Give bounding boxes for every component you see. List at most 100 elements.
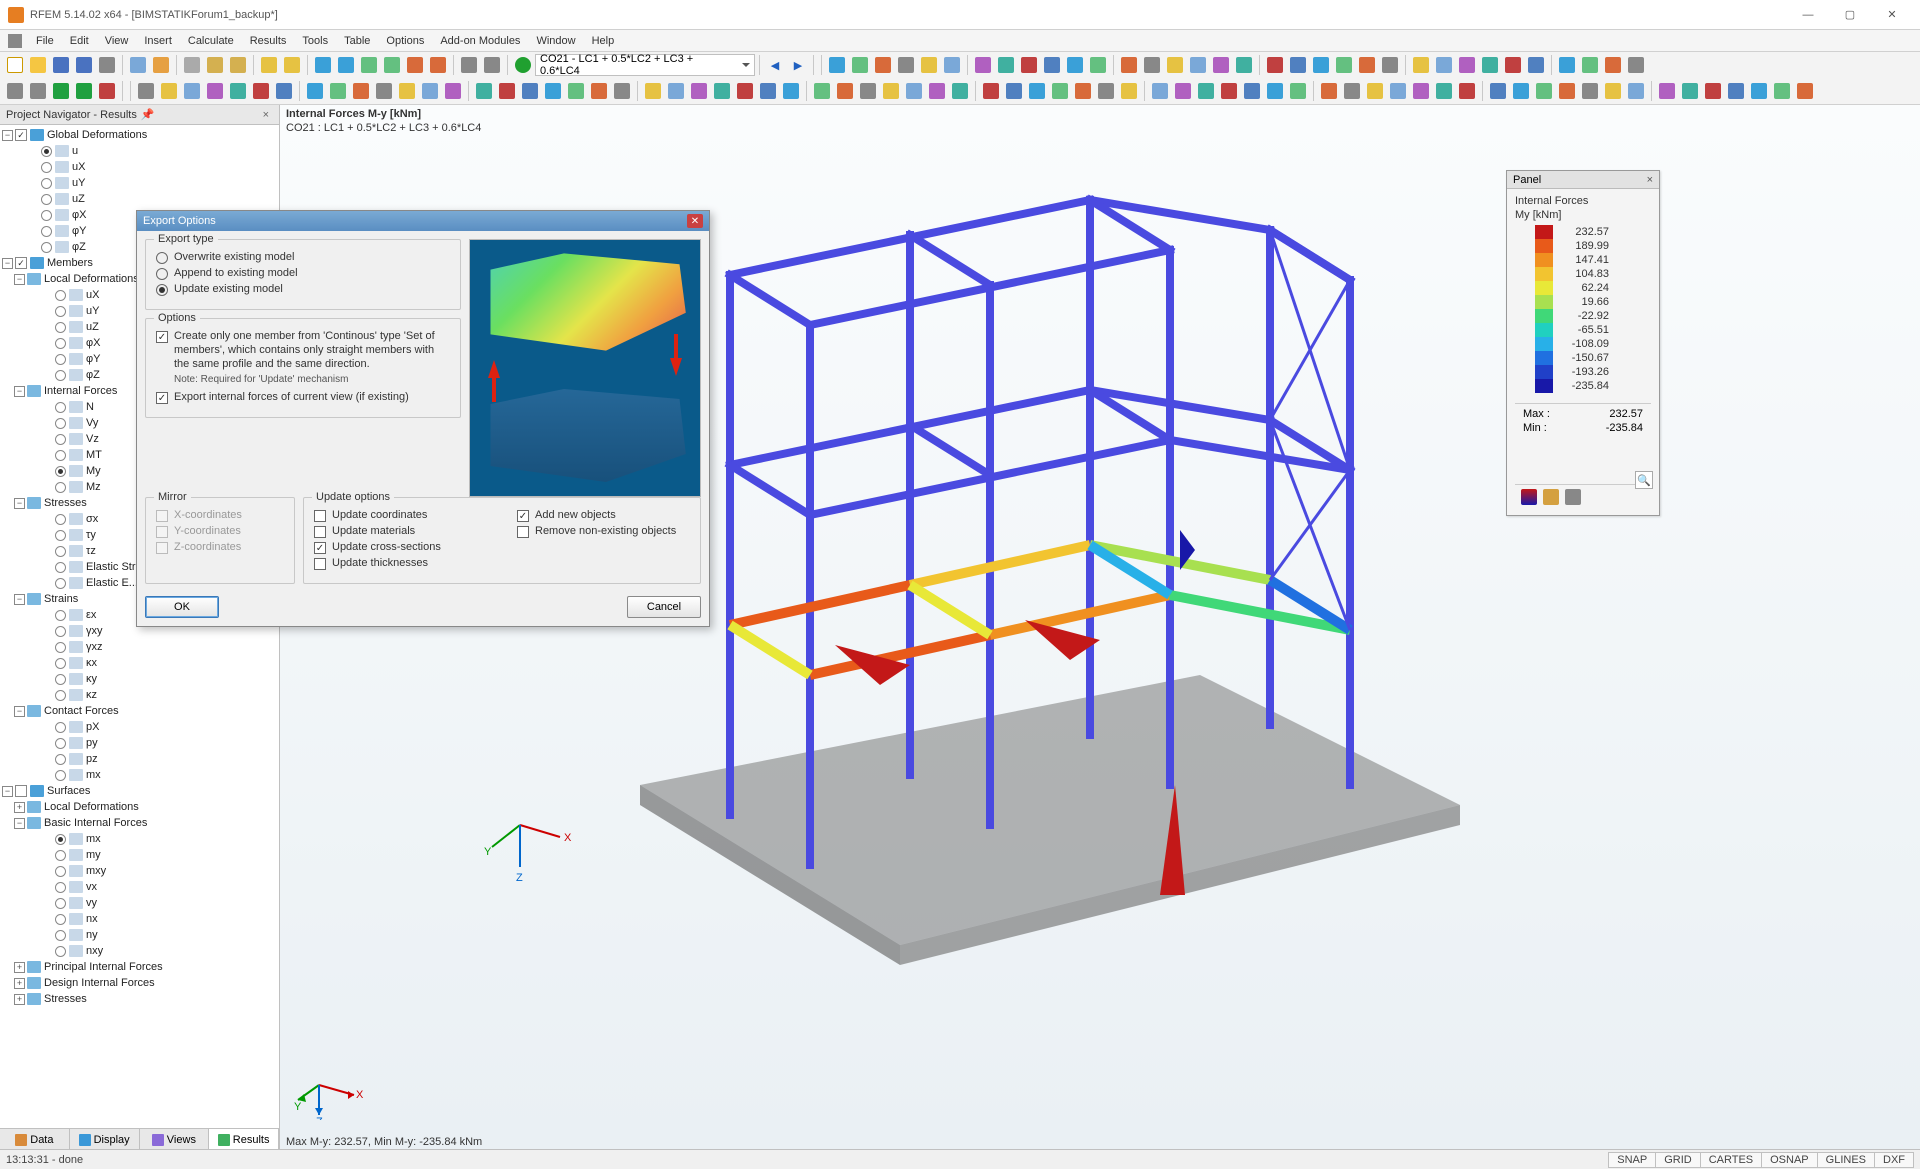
toolbar-icon[interactable] xyxy=(734,80,756,102)
navigator-close-icon[interactable]: × xyxy=(259,109,273,121)
toolbar-icon[interactable] xyxy=(1210,54,1232,76)
tb-b1[interactable] xyxy=(312,54,334,76)
toolbar-icon[interactable] xyxy=(1379,54,1401,76)
tb-c2[interactable] xyxy=(481,54,503,76)
toolbar-icon[interactable] xyxy=(1287,54,1309,76)
tb-b2[interactable] xyxy=(335,54,357,76)
tb2-e[interactable] xyxy=(96,80,118,102)
check-continous[interactable]: ✓Create only one member from 'Continous'… xyxy=(156,330,450,371)
tb2-c[interactable] xyxy=(50,80,72,102)
tree-item[interactable]: pz xyxy=(0,751,279,767)
tb-b4[interactable] xyxy=(381,54,403,76)
toolbar-icon[interactable] xyxy=(665,80,687,102)
toolbar-icon[interactable] xyxy=(1341,80,1363,102)
toolbar-icon[interactable] xyxy=(1187,54,1209,76)
tb-combo-dropdown[interactable]: CO21 - LC1 + 0.5*LC2 + LC3 + 0.6*LC4 xyxy=(535,54,755,76)
statusbar-cell[interactable]: DXF xyxy=(1874,1152,1914,1168)
menu-addon[interactable]: Add-on Modules xyxy=(432,32,528,50)
toolbar-icon[interactable] xyxy=(903,80,925,102)
toolbar-icon[interactable] xyxy=(1502,54,1524,76)
tree-item[interactable]: uX xyxy=(0,159,279,175)
toolbar-icon[interactable] xyxy=(1264,54,1286,76)
tb-c1[interactable] xyxy=(458,54,480,76)
toolbar-icon[interactable] xyxy=(811,80,833,102)
tree-item[interactable]: my xyxy=(0,847,279,863)
tree-surf-princif[interactable]: + Principal Internal Forces xyxy=(0,959,279,975)
check-update-thick[interactable]: Update thicknesses xyxy=(314,557,487,570)
tree-item[interactable]: uY xyxy=(0,175,279,191)
tb-b6[interactable] xyxy=(427,54,449,76)
toolbar-icon[interactable] xyxy=(980,80,1002,102)
toolbar-icon[interactable] xyxy=(1233,54,1255,76)
toolbar-icon[interactable] xyxy=(1433,54,1455,76)
panel-icon-3[interactable] xyxy=(1565,489,1581,505)
tree-item[interactable]: κy xyxy=(0,671,279,687)
toolbar-icon[interactable] xyxy=(373,80,395,102)
toolbar-icon[interactable] xyxy=(396,80,418,102)
panel-zoom-icon[interactable]: 🔍 xyxy=(1635,471,1653,489)
toolbar-icon[interactable] xyxy=(327,80,349,102)
tb-print[interactable] xyxy=(96,54,118,76)
toolbar-icon[interactable] xyxy=(1556,80,1578,102)
panel-icon-2[interactable] xyxy=(1543,489,1559,505)
toolbar-icon[interactable] xyxy=(1656,80,1678,102)
tb-undo[interactable] xyxy=(258,54,280,76)
toolbar-icon[interactable] xyxy=(1072,80,1094,102)
toolbar-icon[interactable] xyxy=(442,80,464,102)
toolbar-icon[interactable] xyxy=(1487,80,1509,102)
minimize-button[interactable]: — xyxy=(1788,3,1828,27)
tree-item[interactable]: κz xyxy=(0,687,279,703)
toolbar-icon[interactable] xyxy=(1149,80,1171,102)
toolbar-icon[interactable] xyxy=(1433,80,1455,102)
toolbar-icon[interactable] xyxy=(204,80,226,102)
maximize-button[interactable]: ▢ xyxy=(1830,3,1870,27)
tree-item[interactable]: vy xyxy=(0,895,279,911)
toolbar-icon[interactable] xyxy=(1556,54,1578,76)
check-export-if[interactable]: ✓Export internal forces of current view … xyxy=(156,391,450,404)
panel-colorscale-icon[interactable] xyxy=(1521,489,1537,505)
nav-tab-data[interactable]: Data xyxy=(0,1129,70,1150)
tb-cut[interactable] xyxy=(181,54,203,76)
statusbar-cell[interactable]: GRID xyxy=(1655,1152,1701,1168)
toolbar-icon[interactable] xyxy=(1579,80,1601,102)
toolbar-icon[interactable] xyxy=(1003,80,1025,102)
toolbar-icon[interactable] xyxy=(227,80,249,102)
tb-a2[interactable] xyxy=(150,54,172,76)
toolbar-icon[interactable] xyxy=(872,54,894,76)
toolbar-icon[interactable] xyxy=(1318,80,1340,102)
tree-item[interactable]: ny xyxy=(0,927,279,943)
nav-tab-display[interactable]: Display xyxy=(70,1129,140,1150)
toolbar-icon[interactable] xyxy=(304,80,326,102)
statusbar-cell[interactable]: SNAP xyxy=(1608,1152,1656,1168)
statusbar-cell[interactable]: CARTES xyxy=(1700,1152,1762,1168)
toolbar-icon[interactable] xyxy=(1064,54,1086,76)
tree-item[interactable]: mx xyxy=(0,767,279,783)
tb2-b[interactable] xyxy=(27,80,49,102)
toolbar-icon[interactable] xyxy=(1118,54,1140,76)
toolbar-icon[interactable] xyxy=(826,54,848,76)
tree-item[interactable]: nxy xyxy=(0,943,279,959)
check-update-materials[interactable]: Update materials xyxy=(314,525,487,538)
toolbar-icon[interactable] xyxy=(1702,80,1724,102)
tree-item[interactable]: vx xyxy=(0,879,279,895)
toolbar-icon[interactable] xyxy=(711,80,733,102)
check-update-cross[interactable]: ✓Update cross-sections xyxy=(314,541,487,554)
toolbar-icon[interactable] xyxy=(995,54,1017,76)
tb-b3[interactable] xyxy=(358,54,380,76)
tb-nav-prev[interactable]: ◀ xyxy=(764,54,786,76)
check-remove-nonexist[interactable]: Remove non-existing objects xyxy=(517,525,690,538)
dialog-titlebar[interactable]: Export Options ✕ xyxy=(137,211,709,231)
toolbar-icon[interactable] xyxy=(926,80,948,102)
toolbar-icon[interactable] xyxy=(1456,80,1478,102)
statusbar-cell[interactable]: OSNAP xyxy=(1761,1152,1818,1168)
toolbar-icon[interactable] xyxy=(849,54,871,76)
statusbar-cell[interactable]: GLINES xyxy=(1817,1152,1875,1168)
toolbar-icon[interactable] xyxy=(1218,80,1240,102)
toolbar-icon[interactable] xyxy=(1118,80,1140,102)
tb-copy[interactable] xyxy=(204,54,226,76)
toolbar-icon[interactable] xyxy=(542,80,564,102)
nav-tab-views[interactable]: Views xyxy=(140,1129,210,1150)
toolbar-icon[interactable] xyxy=(1018,54,1040,76)
toolbar-icon[interactable] xyxy=(1333,54,1355,76)
tb-a1[interactable] xyxy=(127,54,149,76)
